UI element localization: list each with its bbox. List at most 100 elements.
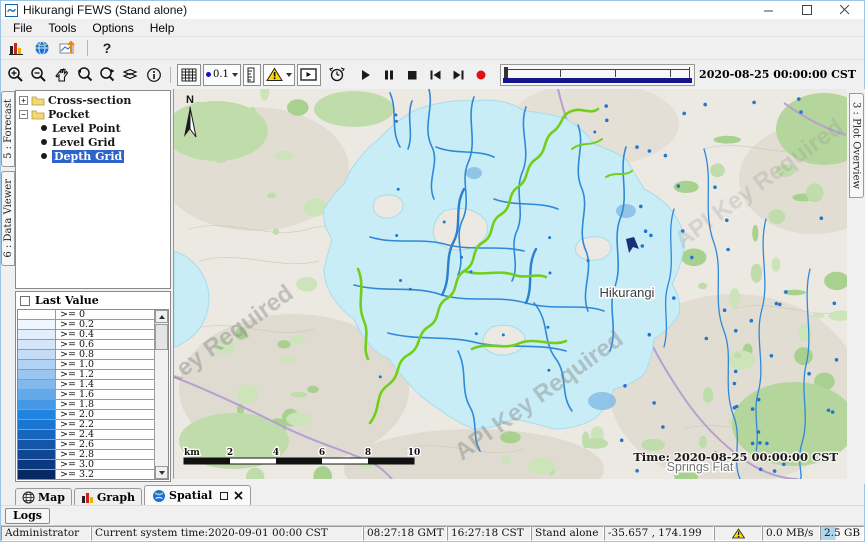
legend-row[interactable]: >= 3.2 (18, 470, 154, 480)
logs-button[interactable]: Logs (5, 508, 50, 524)
stop-icon[interactable] (402, 63, 423, 87)
pause-icon[interactable] (379, 63, 400, 87)
zoom-in-icon[interactable] (5, 63, 26, 87)
tab-plot-overview[interactable]: 3 : Plot Overview (849, 93, 864, 198)
status-coordinates: -35.657 , 174.199 (604, 526, 714, 541)
tab-maximize-icon[interactable] (220, 492, 228, 500)
legend-color-swatch (18, 340, 56, 349)
left-tab-strip: 5 : Forecast 6 : Data Viewer (1, 89, 15, 484)
view-tab-bar: Map Graph Spatial (1, 484, 864, 506)
last-value-checkbox[interactable] (20, 296, 30, 306)
legend-color-swatch (18, 400, 56, 409)
threshold-dropdown[interactable]: 0.1 (203, 64, 241, 86)
scrollbar-thumb[interactable] (155, 324, 168, 350)
pan-icon[interactable] (51, 63, 72, 87)
toolbar-separator (170, 67, 171, 83)
logs-row: Logs (1, 506, 864, 526)
go-to-start-icon[interactable] (425, 63, 446, 87)
app-logo-icon (5, 4, 18, 17)
tab-spatial[interactable]: Spatial (144, 485, 251, 505)
legend-row-label: >= 1.4 (56, 380, 94, 389)
tree-item-level-point[interactable]: Level Point (19, 122, 170, 134)
zoom-previous-icon[interactable] (74, 63, 95, 87)
tab-graph[interactable]: Graph (74, 488, 142, 505)
tree-item-depth-grid[interactable]: Depth Grid (19, 150, 170, 162)
record-icon[interactable] (471, 63, 492, 87)
tree-item-cross-section[interactable]: Cross-section (19, 94, 170, 106)
legend-row-label: >= 0.8 (56, 350, 94, 359)
collapse-icon[interactable] (19, 110, 28, 119)
map-time-label: Time: 2020-08-25 00:00:00 CST (633, 450, 838, 464)
time-slider[interactable] (500, 64, 695, 86)
menu-file[interactable]: File (5, 20, 40, 36)
legend-color-swatch (18, 350, 56, 359)
scroll-up-icon[interactable] (155, 310, 168, 323)
legend-color-swatch (18, 440, 56, 449)
folder-icon (31, 109, 45, 120)
maximize-button[interactable] (788, 1, 826, 19)
info-icon[interactable] (143, 63, 164, 87)
warning-dropdown[interactable] (263, 64, 295, 86)
legend-panel: Last Value >= 0>= 0.2>= 0.4>= 0.6>= 0.8>… (15, 291, 171, 482)
legend-row-label: >= 2.8 (56, 450, 94, 459)
node-bullet-icon (41, 125, 47, 131)
zoom-next-icon[interactable] (97, 63, 118, 87)
legend-color-swatch (18, 430, 56, 439)
tab-data-viewer[interactable]: 6 : Data Viewer (1, 171, 15, 266)
minimize-button[interactable] (750, 1, 788, 19)
scroll-down-icon[interactable] (155, 466, 168, 479)
zoom-out-icon[interactable] (28, 63, 49, 87)
expand-icon[interactable] (19, 96, 28, 105)
status-memory: 2.5 GB (820, 526, 864, 541)
last-value-label: Last Value (35, 294, 99, 307)
legend-row-label: >= 1.2 (56, 370, 94, 379)
legend-row-label: >= 3.0 (56, 460, 94, 469)
menu-help[interactable]: Help (142, 20, 183, 36)
tab-forecast[interactable]: 5 : Forecast (1, 91, 15, 167)
legend-row-label: >= 1.8 (56, 400, 94, 409)
current-time-label: 2020-08-25 00:00:00 CST (695, 68, 860, 81)
tree-item-pocket[interactable]: Pocket (19, 108, 170, 120)
app-window: Hikurangi FEWS (Stand alone) File Tools … (0, 0, 865, 542)
grid-icon[interactable] (177, 64, 201, 86)
legend-color-swatch (18, 310, 56, 319)
tab-map[interactable]: Map (15, 488, 72, 505)
legend-color-swatch (18, 390, 56, 399)
play-icon[interactable] (356, 63, 377, 87)
map-toolbar: 0.1 (1, 59, 864, 89)
time-slider-ticks (505, 69, 690, 77)
legend-row-label: >= 2.0 (56, 410, 94, 419)
map-globe-icon[interactable] (31, 38, 53, 58)
legend-color-swatch (18, 450, 56, 459)
animation-icon[interactable] (297, 64, 321, 86)
database-icon[interactable] (5, 38, 27, 58)
legend-color-swatch (18, 320, 56, 329)
spatial-display-icon[interactable] (57, 38, 79, 58)
legend-row-label: >= 0.2 (56, 320, 94, 329)
legend-color-swatch (18, 380, 56, 389)
svg-text:N: N (186, 94, 194, 106)
map-canvas[interactable]: API Key Required API Key Required API Ke… (173, 89, 846, 479)
layers-icon[interactable] (120, 63, 141, 87)
status-system-time: Current system time:2020-09-01 00:00 CST (91, 526, 363, 541)
timer-icon[interactable] (327, 63, 348, 87)
go-to-end-icon[interactable] (448, 63, 469, 87)
legend-row-label: >= 1.0 (56, 360, 94, 369)
close-button[interactable] (826, 1, 864, 19)
menu-options[interactable]: Options (84, 20, 141, 36)
svg-text:Hikurangi: Hikurangi (600, 285, 655, 300)
legend-scrollbar[interactable] (154, 310, 168, 479)
help-button[interactable]: ? (96, 38, 118, 58)
scale-icon[interactable] (243, 64, 261, 86)
status-warning[interactable] (714, 526, 762, 541)
status-local-time: 16:27:18 CST (447, 526, 531, 541)
svg-text:4: 4 (273, 448, 279, 458)
menu-tools[interactable]: Tools (40, 20, 84, 36)
legend-color-swatch (18, 470, 56, 479)
legend-row-label: >= 2.4 (56, 430, 94, 439)
tree-item-level-grid[interactable]: Level Grid (19, 136, 170, 148)
tab-close-icon[interactable] (234, 491, 243, 500)
threshold-value: 0.1 (213, 69, 229, 80)
status-mode: Stand alone (531, 526, 604, 541)
status-bar: Administrator Current system time:2020-0… (1, 526, 864, 541)
